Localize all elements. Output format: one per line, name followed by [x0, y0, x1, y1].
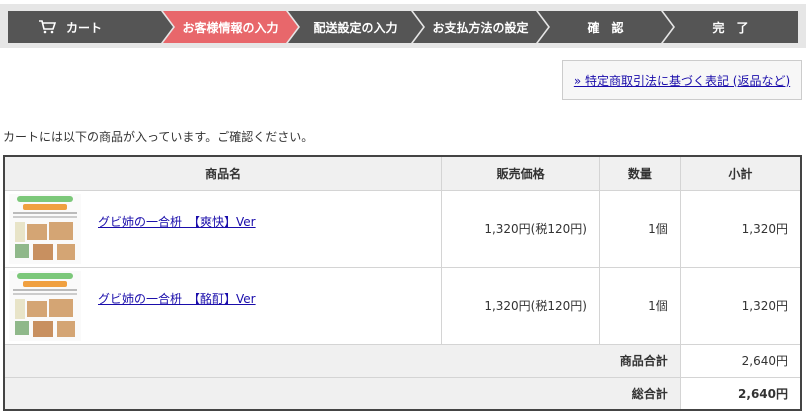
subtotal-cell: 1,320円	[679, 266, 802, 345]
grand-total-row: 総合計 2,640円	[3, 376, 802, 411]
step-complete: 完 了	[663, 11, 798, 43]
product-name-link[interactable]: グビ姉の一合枡 【爽快】Ver	[98, 213, 256, 230]
product-cell: グビ姉の一合枡 【爽快】Ver	[3, 189, 443, 268]
step-label: カート	[66, 20, 103, 35]
grand-total-label: 総合計	[3, 376, 681, 411]
legal-notice-link[interactable]: » 特定商取引法に基づく表記 (返品など)	[574, 72, 790, 89]
step-customer-info: お客様情報の入力	[163, 11, 298, 43]
step-label: 配送設定の入力	[313, 20, 398, 35]
checkout-progress-bar: カート お客様情報の入力 配送設定の入力 お支払方法の設定 確 認 完 了	[0, 4, 806, 48]
product-thumbnail[interactable]	[9, 270, 81, 341]
product-total-label: 商品合計	[3, 343, 681, 378]
table-header-row: 商品名 販売価格 数量 小計	[3, 155, 802, 191]
table-row: グビ姉の一合枡 【酩酊】Ver 1,320円(税120円) 1個 1,320円	[3, 266, 802, 345]
subtotal-cell: 1,320円	[679, 189, 802, 268]
price-cell: 1,320円(税120円)	[441, 266, 600, 345]
quantity-cell: 1個	[598, 189, 681, 268]
header-product-name: 商品名	[3, 155, 443, 191]
step-label: お客様情報の入力	[182, 20, 279, 35]
step-cart: カート	[8, 11, 173, 43]
cart-icon	[38, 20, 56, 34]
step-shipping: 配送設定の入力	[288, 11, 423, 43]
step-confirm: 確 認	[538, 11, 673, 43]
price-cell: 1,320円(税120円)	[441, 189, 600, 268]
step-label: お支払方法の設定	[432, 20, 529, 35]
product-total-value: 2,640円	[679, 343, 802, 378]
product-cell: グビ姉の一合枡 【酩酊】Ver	[3, 266, 443, 345]
product-name-link[interactable]: グビ姉の一合枡 【酩酊】Ver	[98, 290, 256, 307]
legal-notice-box: » 特定商取引法に基づく表記 (返品など)	[562, 60, 802, 100]
header-price: 販売価格	[441, 155, 600, 191]
step-label: 確 認	[587, 20, 624, 35]
header-quantity: 数量	[598, 155, 681, 191]
product-thumbnail[interactable]	[9, 193, 81, 264]
step-payment: お支払方法の設定	[413, 11, 548, 43]
cart-intro-text: カートには以下の商品が入っています。ご確認ください。	[3, 130, 314, 144]
quantity-cell: 1個	[598, 266, 681, 345]
cart-table: 商品名 販売価格 数量 小計 グビ姉の一合枡 【爽快】Ver 1,320円(税1…	[3, 155, 802, 411]
step-label: 完 了	[712, 20, 749, 35]
table-row: グビ姉の一合枡 【爽快】Ver 1,320円(税120円) 1個 1,320円	[3, 189, 802, 268]
header-subtotal: 小計	[679, 155, 802, 191]
product-total-row: 商品合計 2,640円	[3, 343, 802, 378]
grand-total-value: 2,640円	[679, 376, 802, 411]
checkout-steps: カート お客様情報の入力 配送設定の入力 お支払方法の設定 確 認 完 了	[8, 11, 798, 43]
